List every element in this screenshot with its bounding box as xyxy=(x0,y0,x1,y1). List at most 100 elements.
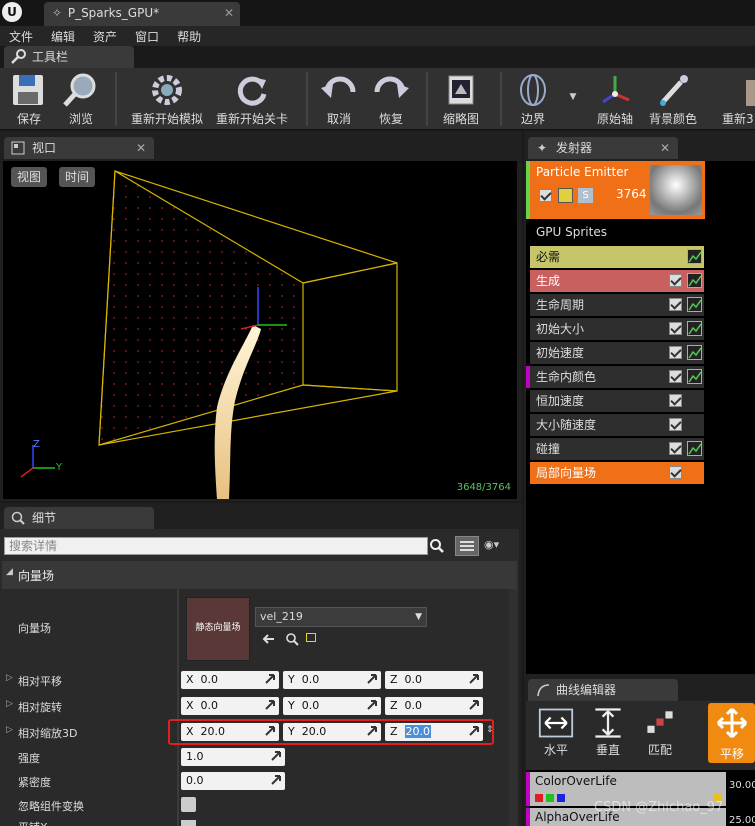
bounds-button[interactable]: 边界 xyxy=(510,70,556,128)
emitters-tab[interactable]: ✦ 发射器 ✕ xyxy=(528,137,678,159)
use-selected-arrow-icon[interactable] xyxy=(262,632,276,646)
details-scrollbar[interactable] xyxy=(509,589,517,826)
property-matrix-button[interactable] xyxy=(455,536,479,556)
browse-magnifier-icon[interactable] xyxy=(285,632,299,646)
module-row[interactable]: 碰撞 xyxy=(530,438,704,460)
menu-edit[interactable]: 编辑 xyxy=(42,28,84,45)
save-button[interactable]: 保存 xyxy=(6,70,52,128)
rotation-y-field[interactable]: Y 0.0 xyxy=(283,697,381,715)
particle-counter: 3648/3764 xyxy=(456,482,511,493)
curve-graph-icon[interactable] xyxy=(687,297,702,312)
tightness-label: 紧密度 xyxy=(18,776,51,789)
pan-button[interactable]: 平移 xyxy=(708,703,755,763)
tile-x-checkbox[interactable] xyxy=(181,820,196,826)
restart-sim-button[interactable]: 重新开始模拟 xyxy=(128,70,206,128)
emitter-header[interactable]: Particle Emitter S 3764 xyxy=(526,161,705,219)
rotation-x-field[interactable]: X 0.0 xyxy=(181,697,279,715)
document-tab[interactable]: ✧ P_Sparks_GPU* ✕ xyxy=(44,2,240,26)
solo-button[interactable]: S xyxy=(578,188,593,203)
module-enable-checkbox[interactable] xyxy=(669,370,682,383)
menu-help[interactable]: 帮助 xyxy=(168,28,210,45)
fit-vertical-button[interactable]: 垂直 xyxy=(585,703,631,761)
expand-arrow-icon[interactable]: ▷ xyxy=(6,725,13,735)
module-enable-checkbox[interactable] xyxy=(669,466,682,479)
green-channel-toggle[interactable] xyxy=(546,794,554,802)
restart-level-button[interactable]: 重新开始关卡 xyxy=(212,70,292,128)
module-row[interactable]: 必需 xyxy=(530,246,704,268)
menu-window[interactable]: 窗口 xyxy=(126,28,168,45)
module-row[interactable]: 生命周期 xyxy=(530,294,704,316)
blue-channel-toggle[interactable] xyxy=(557,794,565,802)
curve-graph-icon[interactable] xyxy=(687,441,702,456)
vector-field-asset-dropdown[interactable]: vel_219 ▼ xyxy=(255,607,427,627)
ignore-transform-checkbox[interactable] xyxy=(181,797,196,812)
curve-graph-icon[interactable] xyxy=(687,321,702,336)
translation-z-field[interactable]: Z 0.0 xyxy=(385,671,483,689)
type-data-row[interactable]: GPU Sprites xyxy=(526,221,705,244)
background-color-button[interactable]: 背景颜色 xyxy=(644,70,702,128)
module-enable-checkbox[interactable] xyxy=(669,442,682,455)
module-enable-checkbox[interactable] xyxy=(669,418,682,431)
details-search-input[interactable]: 搜索详情 xyxy=(4,537,428,555)
redo-button[interactable]: 恢复 xyxy=(368,70,414,128)
close-tab-icon[interactable]: ✕ xyxy=(136,137,146,159)
bounds-dropdown[interactable]: ▼ xyxy=(564,70,582,128)
section-header[interactable]: ◢ 向量场 xyxy=(2,561,517,589)
module-row[interactable]: 生成 xyxy=(530,270,704,292)
module-row[interactable]: 局部向量场 xyxy=(530,462,704,484)
module-row[interactable]: 生命内颜色 xyxy=(526,366,704,388)
reset-arrow-icon[interactable] xyxy=(306,633,316,642)
close-tab-icon[interactable]: ✕ xyxy=(660,137,670,159)
vector-field-thumbnail[interactable]: 静态向量场 xyxy=(186,597,250,661)
tightness-field[interactable]: 0.0 xyxy=(181,772,285,790)
curve-editor-tab[interactable]: 曲线编辑器 xyxy=(528,679,678,701)
reset-button[interactable]: 重新3 xyxy=(722,70,755,128)
toolbar-tab[interactable]: 工具栏 xyxy=(4,46,134,68)
box-icon xyxy=(746,80,755,106)
module-enable-checkbox[interactable] xyxy=(669,274,682,287)
module-label: 生命内颜色 xyxy=(536,370,597,384)
menu-asset[interactable]: 资产 xyxy=(84,28,126,45)
translation-y-value: 0.0 xyxy=(301,673,320,686)
module-enable-checkbox[interactable] xyxy=(669,298,682,311)
module-enable-checkbox[interactable] xyxy=(669,346,682,359)
expand-arrow-icon[interactable]: ▷ xyxy=(6,673,13,683)
visibility-filter-button[interactable]: ◉▾ xyxy=(484,538,514,554)
rotation-z-field[interactable]: Z 0.0 xyxy=(385,697,483,715)
origin-axis-button[interactable]: 原始轴 xyxy=(592,70,638,128)
curve-graph-icon[interactable] xyxy=(687,249,702,264)
fit-button[interactable]: 匹配 xyxy=(637,703,683,761)
module-row[interactable]: 初始速度 xyxy=(530,342,704,364)
viewport-3d[interactable]: 视图 时间 Z Y 3648/3764 xyxy=(3,161,517,499)
viewport-tab[interactable]: 视口 ✕ xyxy=(4,137,154,159)
close-tab-icon[interactable]: ✕ xyxy=(224,2,234,24)
module-enable-checkbox[interactable] xyxy=(669,394,682,407)
curve-graph-icon[interactable] xyxy=(687,345,702,360)
translation-z-value: 0.0 xyxy=(404,673,423,686)
module-label: 初始大小 xyxy=(536,322,585,336)
curve-graph-icon[interactable] xyxy=(687,273,702,288)
render-mode-icon[interactable] xyxy=(558,188,573,203)
module-enable-checkbox[interactable] xyxy=(669,322,682,335)
browse-button[interactable]: 浏览 xyxy=(58,70,104,128)
details-tab[interactable]: 细节 xyxy=(4,507,154,529)
unreal-logo-icon[interactable]: U xyxy=(2,2,22,22)
undo-button[interactable]: 取消 xyxy=(316,70,362,128)
search-icon[interactable] xyxy=(429,538,445,554)
translation-x-field[interactable]: X 0.0 xyxy=(181,671,279,689)
translation-y-field[interactable]: Y 0.0 xyxy=(283,671,381,689)
module-row[interactable]: 大小随速度 xyxy=(530,414,704,436)
intensity-field[interactable]: 1.0 xyxy=(181,748,285,766)
red-channel-toggle[interactable] xyxy=(535,794,543,802)
module-row[interactable]: 初始大小 xyxy=(530,318,704,340)
menu-file[interactable]: 文件 xyxy=(0,28,42,45)
vector-field-asset-value: vel_219 xyxy=(260,610,303,623)
fit-horizontal-button[interactable]: 水平 xyxy=(533,703,579,761)
curve-graph-icon[interactable] xyxy=(687,369,702,384)
expand-arrow-icon[interactable]: ▷ xyxy=(6,699,13,709)
module-row[interactable]: 恒加速度 xyxy=(530,390,704,412)
module-label: 生成 xyxy=(536,274,561,288)
viewport-icon xyxy=(11,141,25,155)
thumbnail-button[interactable]: 缩略图 xyxy=(436,70,486,128)
emitter-enable-checkbox[interactable] xyxy=(539,189,552,202)
